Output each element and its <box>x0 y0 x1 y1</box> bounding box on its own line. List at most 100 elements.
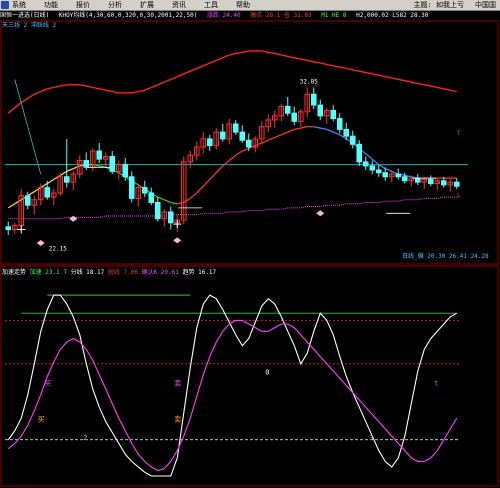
mid-ma-segment <box>326 128 334 133</box>
mid-ma-segment <box>300 126 308 129</box>
mid-ma-segment <box>294 127 301 131</box>
candle-body <box>206 138 213 147</box>
mid-ma-segment <box>73 165 80 170</box>
mid-ma-segment <box>40 182 48 189</box>
candle-body <box>401 176 408 182</box>
right-tick-l: L <box>457 192 461 199</box>
candle-body <box>336 118 343 130</box>
mid-ma-segment <box>261 139 269 144</box>
buy-diamond-icon <box>173 237 182 244</box>
legend-short: 短线 7.06 <box>107 269 138 276</box>
candle-body <box>154 201 161 220</box>
mid-ma-segment <box>189 192 198 199</box>
signal-marker: 2 <box>83 434 87 442</box>
candle-body <box>395 173 402 178</box>
candle-body <box>83 160 90 168</box>
candle-body <box>122 164 129 178</box>
legend-trend: 趋势 16.17 <box>182 269 217 276</box>
mid-ma-segment <box>255 142 262 147</box>
mid-ma-segment <box>378 164 386 170</box>
mid-ma-segment <box>177 201 184 205</box>
mid-ma-segment <box>66 168 74 172</box>
candle-body <box>349 135 356 145</box>
mid-ma-segment <box>14 199 22 205</box>
candle-body <box>291 112 298 122</box>
mid-ma-segment <box>209 172 217 180</box>
mid-ma-segment <box>202 179 211 187</box>
mid-ma-segment <box>313 126 321 129</box>
mid-ma-segment <box>333 131 340 136</box>
cross-marker-icon <box>17 225 26 234</box>
top-footer-text: 日线_偏 20.30 26.41 24.28 <box>402 253 489 260</box>
mid-ma-segment <box>53 174 61 181</box>
bottom-panel-frame <box>0 265 499 487</box>
candle-body <box>317 104 324 117</box>
buy-diamond-icon <box>69 215 78 222</box>
right-tick-t: T <box>457 130 461 137</box>
legend-accel: 加速 23.1 T <box>29 269 67 276</box>
mid-ma-segment <box>281 131 288 136</box>
candle-body <box>219 131 226 140</box>
mid-ma-segment <box>215 165 224 174</box>
candle-body <box>148 192 155 203</box>
bottom-legend: 加速走势 加速 23.1 T 分线 18.17 短线 7.06 确认K 20.6… <box>2 269 216 277</box>
mid-ma-segment <box>196 185 204 194</box>
candle-body <box>330 109 337 120</box>
candle-body <box>382 172 389 178</box>
candle-body <box>128 176 135 199</box>
price-annotation-high: 32.85 <box>300 78 318 85</box>
signal-marker: 0 <box>265 369 269 377</box>
candle-body <box>96 150 103 160</box>
candle-body <box>245 139 252 148</box>
candle-body <box>167 211 174 224</box>
mid-ma-segment <box>365 153 373 160</box>
mid-ma-segment <box>228 154 237 162</box>
candle-body <box>310 93 317 106</box>
mid-ma-segment <box>371 158 380 166</box>
mid-ma-segment <box>222 160 230 167</box>
candle-body <box>440 180 447 186</box>
candle-body <box>24 195 31 206</box>
candle-body <box>232 123 239 133</box>
mid-ma-segment <box>183 197 191 204</box>
kline-chart[interactable]: 32.8522.15TL 买卖买 卖2 30t <box>0 0 500 488</box>
candle-body <box>141 187 148 194</box>
mid-ma-segment <box>235 150 243 156</box>
legend-split: 分线 18.17 <box>70 269 105 276</box>
legend-accel-trend: 加速走势 <box>2 269 27 276</box>
buy-diamond-icon <box>36 240 45 247</box>
mid-ma-segment <box>287 128 295 133</box>
candle-body <box>5 226 12 231</box>
signal-marker: 卖 <box>174 380 181 388</box>
mid-ma-segment <box>320 127 327 131</box>
mid-ma-segment <box>33 187 42 193</box>
mid-ma-segment <box>157 196 165 201</box>
mid-ma-segment <box>164 199 171 204</box>
signal-marker: t <box>434 380 438 388</box>
signal-marker: 卖 <box>174 416 181 424</box>
candle-body <box>369 165 376 171</box>
long-ma-line <box>7 50 457 114</box>
buy-diamond-icon <box>316 210 325 217</box>
price-annotation-low: 22.15 <box>49 245 67 252</box>
candle-body <box>356 143 363 163</box>
candle-body <box>109 155 116 172</box>
mid-ma-segment <box>268 136 275 141</box>
mid-ma-segment <box>274 134 282 139</box>
candle-body <box>343 128 350 137</box>
mid-ma-segment <box>385 168 392 172</box>
mid-ma-segment <box>170 201 178 205</box>
candle-body <box>453 181 460 187</box>
candle-body <box>362 161 369 167</box>
candle-body <box>375 169 382 174</box>
signal-marker: 3 <box>369 434 373 442</box>
mid-ma-segment <box>7 203 16 209</box>
cross-marker-icon <box>173 220 182 229</box>
signal-marker: 买 <box>44 380 51 388</box>
trend-line-purple <box>7 319 458 472</box>
candle-body <box>239 131 246 141</box>
mid-ma-segment <box>46 178 55 185</box>
candle-body <box>414 177 421 183</box>
candle-body <box>63 176 70 183</box>
signal-marker: 买 <box>38 416 45 424</box>
